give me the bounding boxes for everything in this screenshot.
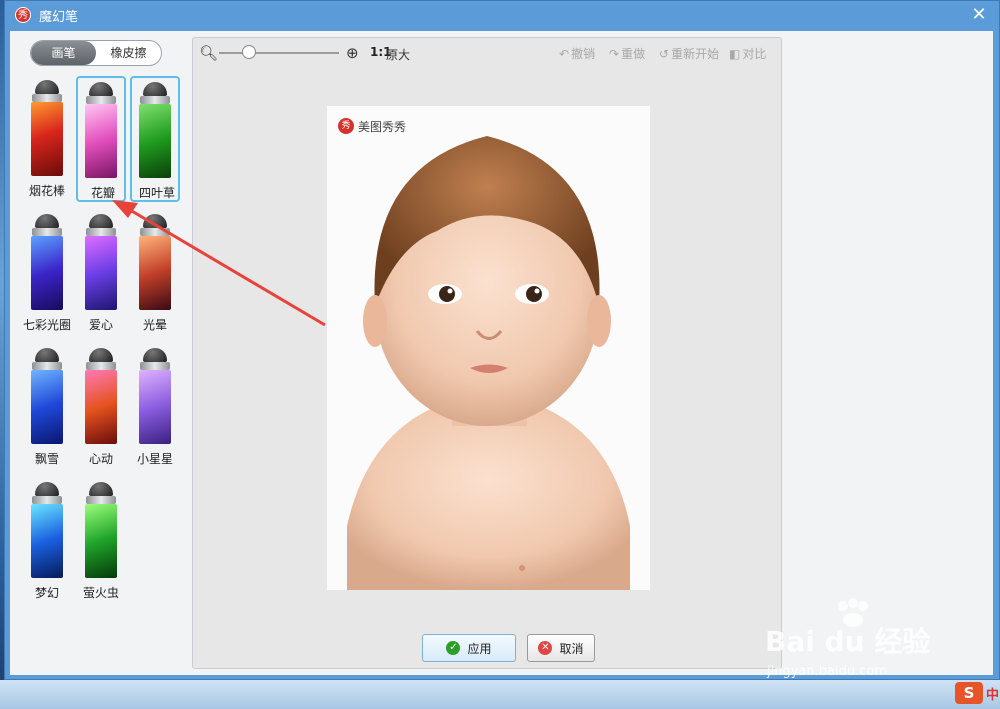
annotation-arrow: [112, 200, 326, 327]
taskbar: [0, 680, 1000, 709]
ime-language-indicator[interactable]: 中: [986, 684, 999, 703]
arrow-head-icon: [112, 200, 138, 218]
sogou-ime-icon[interactable]: S: [955, 682, 983, 704]
